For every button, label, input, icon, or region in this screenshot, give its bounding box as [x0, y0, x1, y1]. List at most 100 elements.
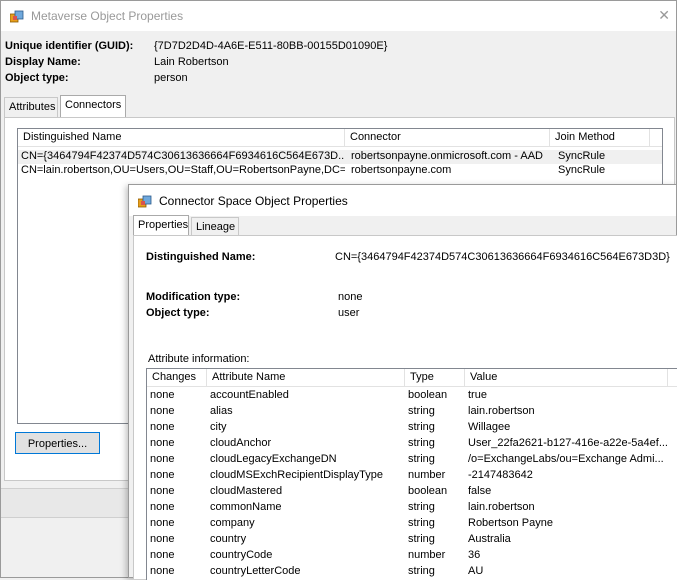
table-row[interactable]: none country string Australia — [147, 532, 677, 548]
type-cell: number — [408, 469, 446, 481]
column-header-changes[interactable]: Changes — [147, 369, 207, 387]
value-cell: User_22fa2621-b127-416e-a22e-5a4ef... — [468, 437, 668, 449]
table-row[interactable]: none cloudLegacyExchangeDN string/o=Exchan… — [147, 452, 677, 468]
join-method-cell: SyncRule — [558, 164, 606, 176]
tab-label: Lineage — [196, 221, 236, 233]
list-item[interactable]: CN={3464794F42374D574C30613636664F693461… — [18, 150, 662, 164]
type-cell: string — [408, 501, 435, 513]
column-header-connector[interactable]: Connector — [345, 129, 550, 147]
attribute-information-label: Attribute information: — [148, 353, 250, 365]
object-type-value: user — [338, 307, 360, 319]
attribute-name-cell: city — [210, 421, 227, 433]
changes-cell: none — [150, 469, 175, 481]
changes-cell: none — [150, 517, 175, 529]
attribute-name-cell: countryLetterCode — [210, 565, 301, 577]
type-cell: string — [408, 437, 435, 449]
dialog-title: Connector Space Object Properties — [159, 194, 348, 208]
close-icon[interactable]: ✕ — [658, 7, 670, 24]
properties-button[interactable]: Properties... — [15, 432, 100, 454]
value-cell: Willagee — [468, 421, 511, 433]
changes-cell: none — [150, 549, 175, 561]
join-method-cell: SyncRule — [558, 150, 606, 162]
attribute-name-cell: cloudMastered — [210, 485, 283, 497]
column-header-attribute-name[interactable]: Attribute Name — [207, 369, 405, 387]
changes-cell: none — [150, 533, 175, 545]
table-row[interactable]: none company string Robertson Payne — [147, 516, 677, 532]
title-bar: Metaverse Object Properties ✕ — [1, 1, 676, 31]
value-cell: lain.robertson — [468, 501, 535, 513]
connector-cell: robertsonpayne.onmicrosoft.com - AAD — [351, 150, 543, 162]
value-cell: Robertson Payne — [468, 517, 553, 529]
sync-app-icon — [10, 10, 24, 24]
changes-cell: none — [150, 565, 175, 577]
connector-cell: robertsonpayne.com — [351, 164, 452, 176]
attribute-name-cell: alias — [210, 405, 233, 417]
tab-lineage[interactable]: Lineage — [191, 217, 239, 237]
object-summary: Unique identifier (GUID): {7D7D2D4D-4A6E… — [1, 31, 676, 91]
table-row[interactable]: none accountEnabled boolean true — [147, 388, 677, 404]
column-header-type[interactable]: Type — [405, 369, 465, 387]
table-row[interactable]: none countryCode number 36 — [147, 548, 677, 564]
table-row[interactable]: none alias string lain.robertson — [147, 404, 677, 420]
type-cell: string — [408, 533, 435, 545]
attribute-name-cell: accountEnabled — [210, 389, 289, 401]
attribute-name-cell: commonName — [210, 501, 282, 513]
attribute-name-cell: cloudMSExchRecipientDisplayType — [210, 469, 384, 481]
type-cell: string — [408, 421, 435, 433]
value-cell: false — [468, 485, 492, 497]
value-cell: lain.robertson — [468, 405, 535, 417]
changes-cell: none — [150, 453, 175, 465]
window-title: Metaverse Object Properties — [31, 9, 184, 23]
changes-cell: none — [150, 389, 175, 401]
dialog-title-bar: Connector Space Object Properties — [129, 185, 676, 216]
object-type-value: person — [154, 72, 188, 84]
changes-cell: none — [150, 485, 175, 497]
table-row[interactable]: none commonName string lain.robertson — [147, 500, 677, 516]
type-cell: string — [408, 565, 435, 577]
type-cell: string — [408, 453, 435, 465]
attribute-name-cell: country — [210, 533, 247, 545]
type-cell: string — [408, 517, 435, 529]
object-type-label: Object type: — [5, 72, 69, 84]
tab-label: Properties — [138, 219, 189, 231]
changes-cell: none — [150, 437, 175, 449]
attribute-name-cell: countryCode — [210, 549, 273, 561]
tab-attributes[interactable]: Attributes — [4, 97, 58, 117]
table-row[interactable]: none cloudAnchor string User_22fa2621-b127-… — [147, 436, 677, 452]
column-header-dn[interactable]: Distinguished Name — [18, 129, 345, 147]
column-header-value[interactable]: Value — [465, 369, 668, 387]
display-name-label: Display Name: — [5, 56, 81, 68]
value-cell: 36 — [468, 549, 481, 561]
tab-label: Attributes — [9, 101, 56, 113]
attribute-name-cell: cloudLegacyExchangeDN — [210, 453, 337, 465]
table-row[interactable]: none city string Willagee — [147, 420, 677, 436]
guid-label: Unique identifier (GUID): — [5, 40, 134, 52]
dn-label: Distinguished Name: — [146, 251, 256, 263]
dn-value: CN={3464794F42374D574C30613636664F693461… — [335, 251, 670, 263]
value-cell: true — [468, 389, 487, 401]
tab-properties[interactable]: Properties — [133, 215, 189, 237]
display-name-value: Lain Robertson — [154, 56, 229, 68]
table-row[interactable]: none cloudMastered boolean false — [147, 484, 677, 500]
list-item[interactable]: CN=lain.robertson,OU=Users,OU=Staff,OU=R… — [18, 164, 662, 178]
grid-header: Changes Attribute Name Type Value — [147, 369, 677, 387]
attribute-grid[interactable]: Changes Attribute Name Type Value none ac… — [146, 368, 677, 580]
type-cell: number — [408, 549, 446, 561]
sync-app-icon — [138, 195, 152, 209]
column-header-join-method[interactable]: Join Method — [550, 129, 650, 147]
tab-connectors[interactable]: Connectors — [60, 95, 126, 117]
value-cell: Australia — [468, 533, 511, 545]
modification-type-label: Modification type: — [146, 291, 241, 303]
modification-type-value: none — [338, 291, 363, 303]
dn-cell: CN={3464794F42374D574C30613636664F693461… — [21, 150, 345, 162]
changes-cell: none — [150, 405, 175, 417]
table-row[interactable]: none cloudMSExchRecipientDisplayType numbe… — [147, 468, 677, 484]
guid-value: {7D7D2D4D-4A6E-E511-80BB-00155D01090E} — [154, 40, 388, 52]
object-type-label: Object type: — [146, 307, 210, 319]
connector-space-object-properties-dialog: Connector Space Object Properties Proper… — [128, 184, 677, 580]
list-header: Distinguished Name Connector Join Method — [18, 129, 662, 147]
type-cell: string — [408, 405, 435, 417]
attribute-name-cell: company — [210, 517, 255, 529]
tab-label: Connectors — [65, 99, 122, 111]
value-cell: -2147483642 — [468, 469, 533, 481]
